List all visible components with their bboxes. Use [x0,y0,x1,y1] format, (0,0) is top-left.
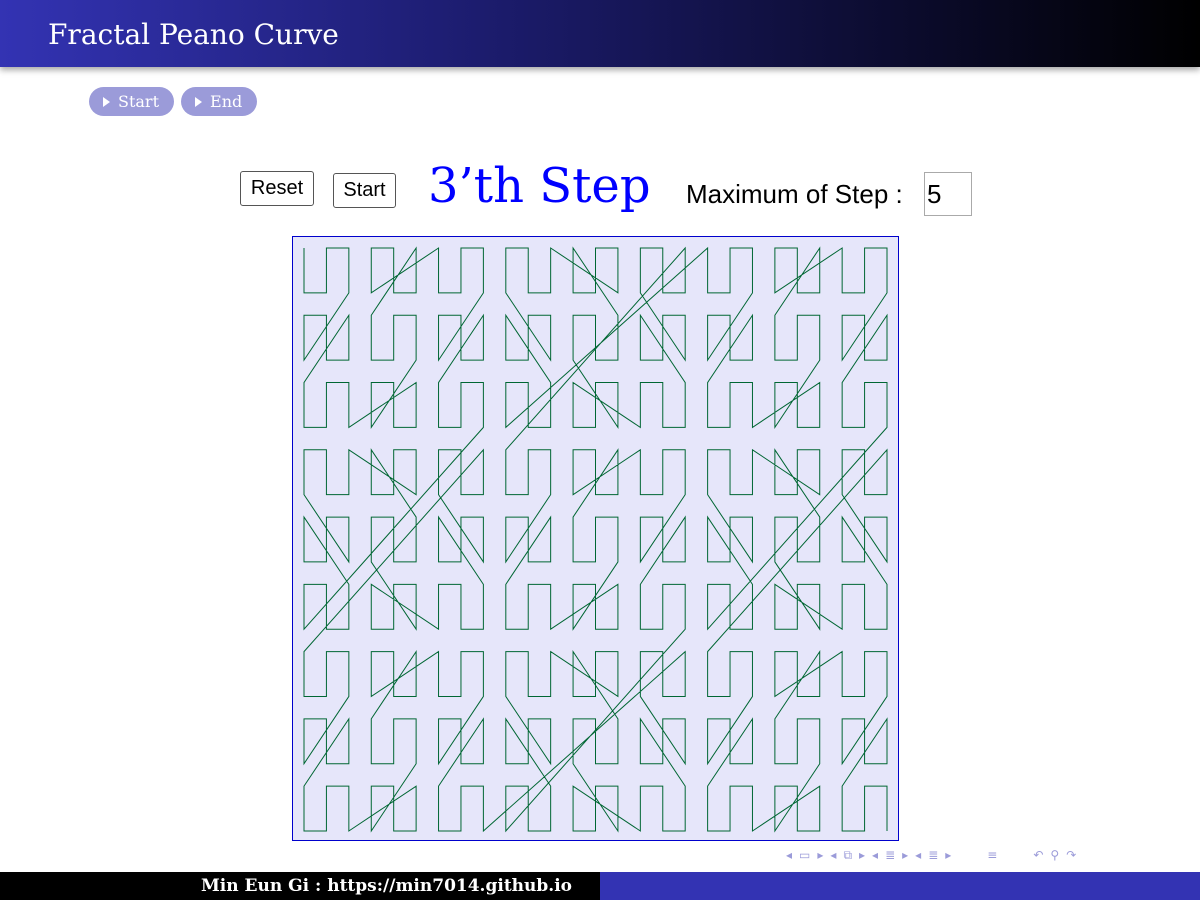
zoom-forward-icon[interactable]: ↷ [1066,848,1076,862]
arrow-left-icon[interactable]: ◂ [872,848,878,862]
max-step-input[interactable]: 5 [924,172,972,216]
arrow-left-icon[interactable]: ◂ [830,848,836,862]
slide-title: Fractal Peano Curve [48,18,339,51]
footer-author-text: Min Eun Gi : https://min7014.github.io [200,876,572,896]
peano-curve-path [303,246,888,833]
arrow-right-icon[interactable]: ▸ [859,848,865,862]
start-button[interactable]: Start [333,173,396,208]
max-step-label: Maximum of Step : [686,179,903,209]
search-icon[interactable]: ⚲ [1050,848,1059,862]
peano-canvas[interactable] [292,236,899,841]
subsection-icon[interactable]: ⧉ [843,848,852,863]
peano-curve-svg [303,246,888,833]
start-nav-label: Start [118,92,160,111]
arrow-right-icon[interactable]: ▸ [902,848,908,862]
arrow-right-icon[interactable]: ▸ [945,848,951,862]
footer-color-block [600,872,1200,900]
play-icon [195,96,203,107]
section-icon[interactable]: ≣ [928,848,938,862]
zoom-back-icon[interactable]: ↶ [1033,848,1043,862]
arrow-left-icon[interactable]: ◂ [786,848,792,862]
beamer-navigation-symbols: ◂ ▭ ▸ ◂ ⧉ ▸ ◂ ≣ ▸ ◂ ≣ ▸ ≡ ↶ ⚲ ↷ [786,846,1083,864]
play-icon [103,96,110,107]
arrow-right-icon[interactable]: ▸ [817,848,823,862]
section-icon[interactable]: ≣ [885,848,895,862]
end-nav-button[interactable]: End [181,87,258,116]
reset-button[interactable]: Reset [240,171,314,206]
arrow-left-icon[interactable]: ◂ [915,848,921,862]
step-indicator: 3’th Step [428,158,651,214]
align-icon[interactable]: ≡ [987,848,997,862]
frame-title-bar: Fractal Peano Curve [0,0,1200,67]
beamer-nav-buttons: Start End [89,87,258,116]
frame-icon[interactable]: ▭ [799,848,810,862]
footer-bar: Min Eun Gi : https://min7014.github.io [0,872,1200,900]
footer-author: Min Eun Gi : https://min7014.github.io [0,872,600,900]
end-nav-label: End [210,92,243,111]
start-nav-button[interactable]: Start [89,87,175,116]
